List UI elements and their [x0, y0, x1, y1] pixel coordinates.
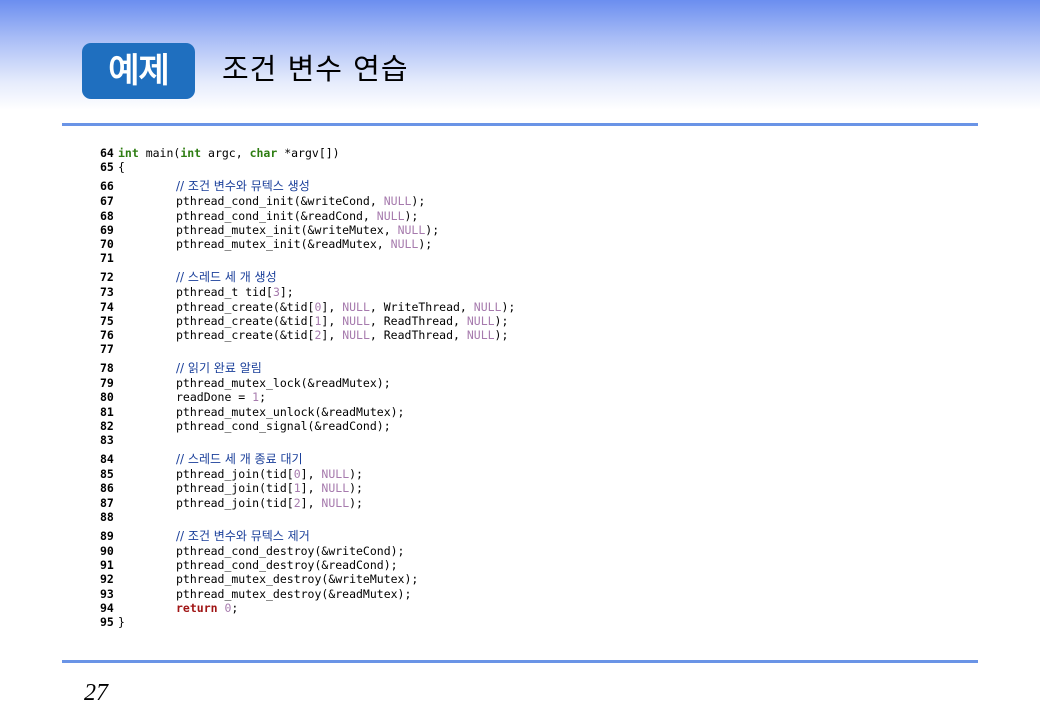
line-number: 86 — [100, 481, 114, 496]
code-line: 66// 조건 변수와 뮤텍스 생성 — [100, 174, 515, 194]
code-line: 76 pthread_create(&tid[2], NULL, ReadThre… — [100, 328, 515, 342]
code-text: pthread_mutex_unlock(&readMutex); — [176, 404, 405, 419]
code-text: pthread_t tid[3]; — [176, 285, 294, 300]
code-text: pthread_cond_init(&readCond, NULL); — [176, 208, 419, 223]
line-number: 83 — [100, 433, 114, 447]
code-text: pthread_join(tid[0], NULL); — [176, 467, 363, 482]
code-line: 65 { — [100, 160, 515, 174]
line-number: 64 — [100, 146, 114, 160]
code-text: pthread_join(tid[1], NULL); — [176, 481, 363, 496]
code-text: pthread_cond_destroy(&readCond); — [176, 558, 398, 573]
line-number: 79 — [100, 376, 114, 391]
code-line: 88 — [100, 510, 515, 524]
code-line: 90 pthread_cond_destroy(&writeCond); — [100, 544, 515, 558]
code-line: 77 — [100, 342, 515, 356]
code-text: { — [118, 160, 125, 175]
line-number: 71 — [100, 251, 114, 266]
line-number: 87 — [100, 495, 114, 510]
line-number: 95 — [100, 614, 114, 629]
line-number: 76 — [100, 327, 114, 342]
line-number: 85 — [100, 467, 114, 482]
code-text: pthread_mutex_destroy(&writeMutex); — [176, 572, 419, 587]
line-number: 74 — [100, 299, 114, 314]
line-number: 90 — [100, 543, 114, 558]
code-line: 95} — [100, 615, 515, 629]
code-line: 64 int main(int argc, char *argv[]) — [100, 146, 515, 160]
line-number: 81 — [100, 404, 114, 419]
code-comment: // 조건 변수와 뮤텍스 제거 — [176, 528, 310, 543]
code-comment: // 스레드 세 개 종료 대기 — [176, 452, 303, 467]
code-text: pthread_cond_init(&writeCond, NULL); — [176, 194, 426, 209]
code-line: 85 pthread_join(tid[0], NULL); — [100, 467, 515, 481]
code-text: readDone = 1; — [176, 390, 267, 405]
code-line: 79 pthread_mutex_lock(&readMutex); — [100, 376, 515, 390]
code-line: 68 pthread_cond_init(&readCond, NULL); — [100, 209, 515, 223]
line-number: 67 — [100, 194, 114, 209]
code-line: 86 pthread_join(tid[1], NULL); — [100, 481, 515, 495]
code-text: pthread_mutex_init(&writeMutex, NULL); — [176, 222, 440, 237]
line-number: 65 — [100, 160, 114, 175]
code-comment: // 스레드 세 개 생성 — [176, 270, 277, 285]
code-text: pthread_cond_destroy(&writeCond); — [176, 543, 405, 558]
code-text: pthread_mutex_init(&readMutex, NULL); — [176, 236, 433, 251]
code-comment: // 조건 변수와 뮤텍스 생성 — [176, 179, 310, 194]
code-text: } — [118, 614, 125, 629]
page-number: 27 — [84, 680, 108, 706]
code-line: 72// 스레드 세 개 생성 — [100, 265, 515, 285]
line-number: 88 — [100, 509, 114, 524]
top-divider — [62, 123, 978, 126]
code-line: 70 pthread_mutex_init(&readMutex, NULL); — [100, 237, 515, 251]
code-line: 81 pthread_mutex_unlock(&readMutex); — [100, 405, 515, 419]
code-line: 92 pthread_mutex_destroy(&writeMutex); — [100, 572, 515, 586]
code-line: 78// 읽기 완료 알림 — [100, 356, 515, 376]
line-number: 80 — [100, 390, 114, 405]
code-text: return 0; — [176, 600, 239, 615]
line-number: 73 — [100, 285, 114, 300]
code-text: pthread_create(&tid[2], NULL, ReadThread… — [176, 327, 509, 342]
code-line: 71 — [100, 251, 515, 265]
code-line: 93 pthread_mutex_destroy(&readMutex); — [100, 587, 515, 601]
code-text: pthread_cond_signal(&readCond); — [176, 418, 391, 433]
code-line: 94 return 0; — [100, 601, 515, 615]
line-number: 82 — [100, 418, 114, 433]
line-number: 69 — [100, 222, 114, 237]
code-text: pthread_mutex_destroy(&readMutex); — [176, 586, 412, 601]
line-number: 75 — [100, 313, 114, 328]
line-number: 92 — [100, 572, 114, 587]
code-line: 87 pthread_join(tid[2], NULL); — [100, 496, 515, 510]
code-line: 67 pthread_cond_init(&writeCond, NULL); — [100, 194, 515, 208]
code-line: 80 readDone = 1; — [100, 390, 515, 404]
code-line: 83 — [100, 433, 515, 447]
code-line: 84// 스레드 세 개 종료 대기 — [100, 447, 515, 467]
example-badge: 예제 — [82, 43, 195, 99]
code-line: 82 pthread_cond_signal(&readCond); — [100, 419, 515, 433]
line-number: 77 — [100, 342, 114, 357]
code-line: 89// 조건 변수와 뮤텍스 제거 — [100, 524, 515, 544]
code-text: pthread_mutex_lock(&readMutex); — [176, 376, 391, 391]
line-number: 94 — [100, 600, 114, 615]
slide-title: 조건 변수 연습 — [222, 52, 409, 86]
code-line: 74 pthread_create(&tid[0], NULL, WriteThr… — [100, 300, 515, 314]
code-listing: 64 int main(int argc, char *argv[]) 65 {66/… — [100, 146, 515, 629]
line-number: 93 — [100, 586, 114, 601]
code-comment: // 읽기 완료 알림 — [176, 361, 262, 376]
code-text: pthread_join(tid[2], NULL); — [176, 495, 363, 510]
code-line: 91 pthread_cond_destroy(&readCond); — [100, 558, 515, 572]
code-text: pthread_create(&tid[1], NULL, ReadThread… — [176, 313, 509, 328]
code-line: 69 pthread_mutex_init(&writeMutex, NULL); — [100, 223, 515, 237]
bottom-divider — [62, 660, 978, 663]
line-number: 68 — [100, 208, 114, 223]
code-line: 73 pthread_t tid[3]; — [100, 285, 515, 299]
line-number: 91 — [100, 558, 114, 573]
code-line: 75 pthread_create(&tid[1], NULL, ReadThre… — [100, 314, 515, 328]
code-text: int main(int argc, char *argv[]) — [118, 146, 340, 160]
line-number: 70 — [100, 236, 114, 251]
code-text: pthread_create(&tid[0], NULL, WriteThrea… — [176, 299, 516, 314]
